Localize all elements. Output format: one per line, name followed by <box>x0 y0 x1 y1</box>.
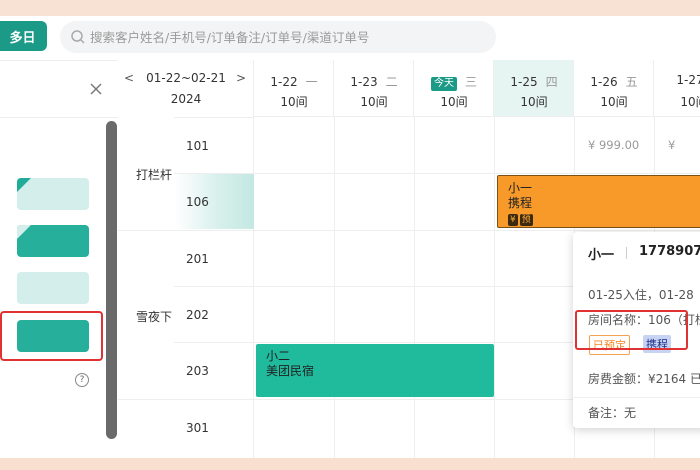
day-date: 1-22 <box>270 75 298 89</box>
grid-column-line <box>334 117 335 458</box>
popover-phone: 1778907 <box>639 244 700 259</box>
booking-card-orange[interactable]: 小一 携程 ¥ 预 <box>497 175 700 228</box>
today-tag: 今天 <box>430 77 457 91</box>
day-weekday: 五 <box>625 75 638 89</box>
payment-badge: ¥ <box>508 214 518 226</box>
search-bar[interactable] <box>60 21 496 53</box>
room-price: ¥ 999.00 <box>588 138 640 152</box>
legend-swatch-light <box>17 272 89 304</box>
panel-scrollbar[interactable] <box>106 121 117 439</box>
popover-stay-dates: 01-25入住，01-28 <box>588 288 694 302</box>
chevron-right-icon[interactable]: > <box>236 71 246 85</box>
day-header[interactable]: 1-26 五 10间 <box>574 60 654 117</box>
popover-divider <box>626 247 627 259</box>
room-status-legend-panel: ? <box>0 60 118 458</box>
booking-guest-name: 小一 <box>508 181 533 195</box>
day-room-count: 10间 <box>680 95 700 109</box>
help-icon[interactable]: ? <box>75 373 89 387</box>
legend-swatch-checkin-end <box>17 225 89 257</box>
legend-highlight-box <box>0 311 103 361</box>
day-date: 1-27 <box>676 73 700 87</box>
header-bar: 多日 <box>0 16 700 60</box>
day-weekday: 四 <box>545 75 558 89</box>
grid-row-line <box>254 173 700 174</box>
day-room-count: 10间 <box>360 95 388 109</box>
grid-row-line <box>254 230 700 231</box>
search-input[interactable] <box>90 29 480 45</box>
day-date: 1-26 <box>590 75 618 89</box>
day-room-count: 10间 <box>520 95 548 109</box>
top-background-strip <box>0 0 700 16</box>
room-203[interactable]: 203 <box>174 342 254 398</box>
booking-channel: 美团民宿 <box>266 364 315 378</box>
day-weekday: 一 <box>305 75 318 89</box>
day-header[interactable]: 1-23 二 10间 <box>334 60 414 117</box>
legend-swatch-checkin-start <box>17 178 89 210</box>
booking-card-green[interactable]: 小二 美团民宿 <box>256 344 494 397</box>
day-date: 1-23 <box>350 75 378 89</box>
day-weekday: 三 <box>464 75 477 89</box>
day-header-selected[interactable]: 1-25 四 10间 <box>494 60 574 117</box>
room-price: ¥ <box>668 138 676 152</box>
popover-divider-line <box>573 397 700 398</box>
multi-day-view-button[interactable]: 多日 <box>0 21 47 51</box>
day-weekday: 二 <box>385 75 398 89</box>
room-202[interactable]: 202 <box>174 286 254 342</box>
room-101[interactable]: 101 <box>174 117 254 173</box>
date-range-label: 01-22~02-21 <box>146 71 226 85</box>
grid-column-line <box>494 117 495 458</box>
popover-note: 备注：无 <box>588 406 637 420</box>
room-301[interactable]: 301 <box>174 399 254 455</box>
day-room-count: 10间 <box>280 95 308 109</box>
group-divider <box>118 230 174 231</box>
panel-header <box>0 61 118 118</box>
tag-highlight-box <box>575 310 688 350</box>
close-icon[interactable] <box>88 81 104 97</box>
booking-guest-name: 小二 <box>266 349 291 363</box>
day-room-count: 10间 <box>440 95 468 109</box>
room-201[interactable]: 201 <box>174 230 254 286</box>
grid-column-line <box>414 117 415 458</box>
day-header-today[interactable]: 今天三 10间 <box>414 60 494 117</box>
search-icon <box>71 30 85 44</box>
room-106[interactable]: 106 <box>174 173 254 229</box>
room-column: < 01-22~02-21 > 2024 打栏杆 101 106 雪夜下 201… <box>118 60 254 458</box>
day-header[interactable]: 1-22 一 10间 <box>254 60 334 117</box>
prepay-badge: 预 <box>519 214 533 226</box>
day-header[interactable]: 1-27 10间 <box>654 60 700 117</box>
group-divider <box>118 399 174 400</box>
day-room-count: 10间 <box>600 95 628 109</box>
booking-channel: 携程 <box>508 196 533 210</box>
bottom-background-strip <box>0 458 700 470</box>
day-date: 1-25 <box>510 75 538 89</box>
popover-amount: 房费金额：¥2164 已 <box>588 372 700 386</box>
room-group-label: 打栏杆 <box>136 168 173 182</box>
booking-calendar-app: 多日 ? < 01-22~02-21 > 2024 打栏杆 101 <box>0 16 700 458</box>
year-label: 2024 <box>170 92 202 106</box>
room-group-label: 雪夜下 <box>136 310 173 324</box>
popover-guest-name: 小一 <box>588 248 615 263</box>
